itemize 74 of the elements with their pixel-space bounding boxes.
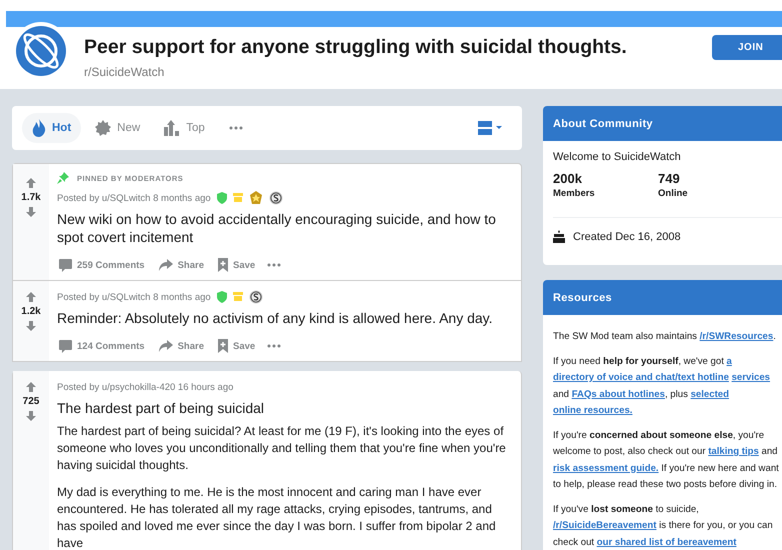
archive-icon bbox=[232, 292, 243, 302]
community-title: Peer support for anyone struggling with suicidal thoughts. bbox=[84, 35, 628, 60]
resource-paragraph: The SW Mod team also maintains /r/SWResources. bbox=[553, 330, 777, 344]
sort-tab[interactable]: Hot bbox=[22, 113, 82, 143]
vote-count: 1.2k bbox=[21, 306, 41, 317]
post-byline: Posted by u/SQLwitch 8 months ago bbox=[57, 292, 211, 302]
resource-paragraph: If you've lost someone to suicide, /r/SuicideBereavement is there for you, or you can check out our shared list of bereavement bbox=[553, 502, 774, 550]
comments-button[interactable]: 124 Comments bbox=[57, 338, 147, 354]
share-icon bbox=[158, 340, 173, 352]
upvote-icon[interactable] bbox=[25, 381, 37, 393]
view-menu-icon[interactable] bbox=[478, 121, 504, 135]
comment-icon bbox=[59, 340, 72, 352]
upvote-icon[interactable] bbox=[25, 291, 37, 303]
resource-link[interactable]: risk assessment guide. bbox=[553, 462, 659, 474]
join-button[interactable]: JOIN bbox=[712, 35, 782, 60]
resource-paragraph: If you're concerned about someone else, you're welcome to post, also check out our talking tips and risk assessment guide. If you're new here and want to help, please read these two posts before diving in. bbox=[553, 428, 780, 492]
vote-count: 1.7k bbox=[21, 192, 41, 203]
archive-icon bbox=[232, 193, 243, 203]
bookmark-icon bbox=[218, 339, 228, 353]
comment-icon bbox=[59, 258, 72, 272]
bookmark-icon bbox=[218, 258, 228, 272]
resource-link[interactable]: a bbox=[726, 356, 732, 366]
welcome-text: Welcome to SuicideWatch bbox=[553, 151, 682, 163]
stat-value: 200k bbox=[553, 171, 583, 186]
upvote-icon[interactable] bbox=[25, 177, 37, 189]
card-header: Resources bbox=[543, 280, 782, 315]
bar-chart-icon bbox=[164, 120, 180, 136]
medal-icon bbox=[248, 191, 263, 205]
resource-link[interactable]: services bbox=[732, 372, 770, 383]
save-button[interactable]: Save bbox=[216, 256, 258, 274]
flame-icon bbox=[32, 119, 46, 137]
post-byline: Posted by u/psychokilla-420 16 hours ago bbox=[57, 382, 234, 392]
more-icon[interactable] bbox=[267, 344, 282, 348]
burst-icon bbox=[95, 120, 112, 136]
more-icon[interactable] bbox=[267, 263, 282, 267]
save-button[interactable]: Save bbox=[216, 337, 258, 355]
stat-label: Online bbox=[658, 188, 689, 199]
pin-icon bbox=[57, 172, 69, 184]
downvote-icon[interactable] bbox=[25, 206, 37, 218]
resource-link[interactable]: /r/SWResources bbox=[700, 331, 774, 342]
cake-icon bbox=[553, 230, 565, 243]
sort-tab[interactable]: New bbox=[85, 114, 150, 142]
resource-link[interactable]: directory of voice and chat/text hotline bbox=[553, 372, 729, 383]
post-text: My dad is everything to me. He is the most innocent and caring man I have ever encountered. He has tolerated all my rage attacks, crying episodes, tantrums, and has spoiled and loved me ever since the day I was born. I suffer from bipolar 2 and have bbox=[57, 484, 497, 550]
downvote-icon[interactable] bbox=[25, 320, 37, 332]
share-button[interactable]: Share bbox=[156, 257, 206, 273]
subreddit-name: r/SuicideWatch bbox=[84, 65, 166, 79]
stat-label: Members bbox=[553, 188, 596, 199]
coin-icon bbox=[248, 290, 263, 304]
share-button[interactable]: Share bbox=[156, 338, 206, 354]
post-byline: Posted by u/SQLwitch 8 months ago bbox=[57, 192, 211, 204]
created-date: Created Dec 16, 2008 bbox=[573, 230, 681, 242]
share-icon bbox=[158, 259, 173, 271]
more-icon[interactable] bbox=[228, 126, 243, 130]
resource-paragraph: If you need help for yourself, we've got a directory of voice and chat/text hotline services and FAQs about hotlines, plus selected online resources. bbox=[553, 354, 772, 418]
downvote-icon[interactable] bbox=[25, 410, 37, 422]
post-title[interactable]: The hardest part of being suicidal bbox=[57, 399, 513, 417]
vote-count: 725 bbox=[22, 396, 40, 407]
resource-link[interactable]: /r/SuicideBereavement bbox=[553, 520, 656, 531]
shield-icon bbox=[216, 291, 227, 303]
post-title[interactable]: New wiki on how to avoid accidentally encouraging suicide, and how to spot covert incitement bbox=[57, 210, 513, 246]
post-title[interactable]: Reminder: Absolutely no activism of any kind is allowed here. Any day. bbox=[57, 309, 513, 327]
resource-link[interactable]: talking tips bbox=[708, 446, 759, 457]
resource-link[interactable]: online resources. bbox=[553, 405, 632, 416]
card-header: About Community bbox=[543, 106, 782, 141]
post-text: The hardest part of being suicidal? At least for me (19 F), it's looking into the eyes of someone who loves you unconditionally and telling them that you're fine when you're having suicidal thoughts. bbox=[57, 423, 507, 474]
coin-icon bbox=[268, 191, 283, 205]
resource-link[interactable]: selected bbox=[690, 388, 729, 400]
resource-link[interactable]: FAQs about hotlines bbox=[572, 388, 665, 400]
comments-button[interactable]: 259 Comments bbox=[57, 256, 147, 274]
shield-icon bbox=[216, 192, 227, 204]
sort-tab[interactable]: Top bbox=[154, 114, 215, 142]
resource-link[interactable]: our shared list of bereavement bbox=[596, 536, 736, 548]
stat-value: 749 bbox=[658, 171, 681, 186]
